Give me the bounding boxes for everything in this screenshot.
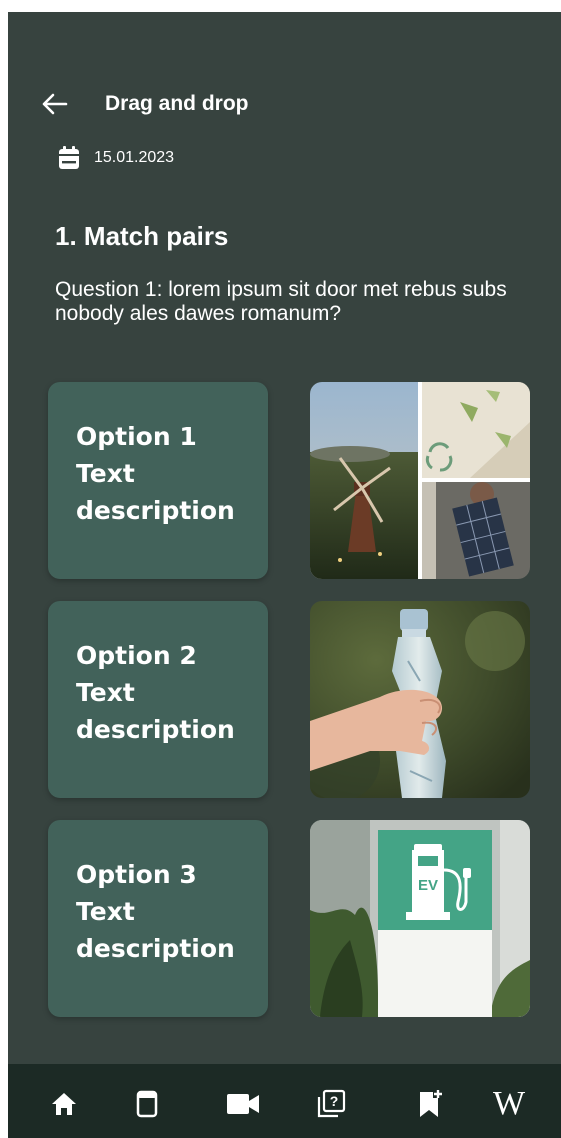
option-card-2[interactable]: Option 2 Text description xyxy=(48,601,268,798)
option-card-1[interactable]: Option 1 Text description xyxy=(48,382,268,579)
page-title: Drag and drop xyxy=(105,92,249,115)
nav-library[interactable] xyxy=(127,1086,167,1122)
option-text: Option 3 Text description xyxy=(76,856,256,967)
date-row: 15.01.2023 xyxy=(58,144,174,172)
option-label: description xyxy=(76,934,235,963)
app-screen: Drag and drop 15.01.2023 1. Match pairs … xyxy=(8,12,561,1138)
option-label: Option 2 xyxy=(76,641,197,670)
bookmark-add-icon xyxy=(420,1090,442,1117)
image-tile-renewable-energy[interactable] xyxy=(310,382,530,579)
video-camera-icon xyxy=(227,1094,259,1114)
ev-charging-image: EV xyxy=(310,820,530,1017)
option-label: description xyxy=(76,715,235,744)
arrow-left-icon xyxy=(42,93,68,115)
option-label: Text xyxy=(76,897,135,926)
option-text: Option 1 Text description xyxy=(76,418,256,529)
option-label: description xyxy=(76,496,235,525)
option-label: Text xyxy=(76,459,135,488)
renewable-energy-collage-image xyxy=(310,382,530,579)
date-text: 15.01.2023 xyxy=(94,149,175,166)
wikipedia-icon: W xyxy=(492,1085,526,1122)
nav-bookmarks[interactable] xyxy=(410,1086,450,1122)
option-text: Option 2 Text description xyxy=(76,637,256,748)
header: Drag and drop xyxy=(8,84,561,124)
option-card-3[interactable]: Option 3 Text description xyxy=(48,820,268,1017)
quiz-icon: ? xyxy=(317,1089,346,1118)
image-tile-ev-charging[interactable]: EV xyxy=(310,820,530,1017)
nav-quiz[interactable]: ? xyxy=(311,1086,351,1122)
question-text: Question 1: lorem ipsum sit door met reb… xyxy=(55,278,507,325)
ev-sign-text: EV xyxy=(418,877,438,894)
quiz-glyph: ? xyxy=(330,1093,339,1109)
image-tile-plastic-bottle[interactable] xyxy=(310,601,530,798)
book-icon xyxy=(136,1090,158,1118)
nav-wikipedia[interactable]: W xyxy=(484,1086,534,1122)
option-label: Option 1 xyxy=(76,422,197,451)
home-icon xyxy=(52,1093,76,1115)
nav-videos[interactable] xyxy=(223,1086,263,1122)
nav-home[interactable] xyxy=(44,1086,84,1122)
bottom-nav: ? W xyxy=(8,1064,561,1138)
plastic-bottle-image xyxy=(310,601,530,798)
option-label: Text xyxy=(76,678,135,707)
section-title: 1. Match pairs xyxy=(55,221,229,251)
calendar-icon xyxy=(59,146,79,169)
back-button[interactable] xyxy=(38,90,70,118)
option-label: Option 3 xyxy=(76,860,197,889)
